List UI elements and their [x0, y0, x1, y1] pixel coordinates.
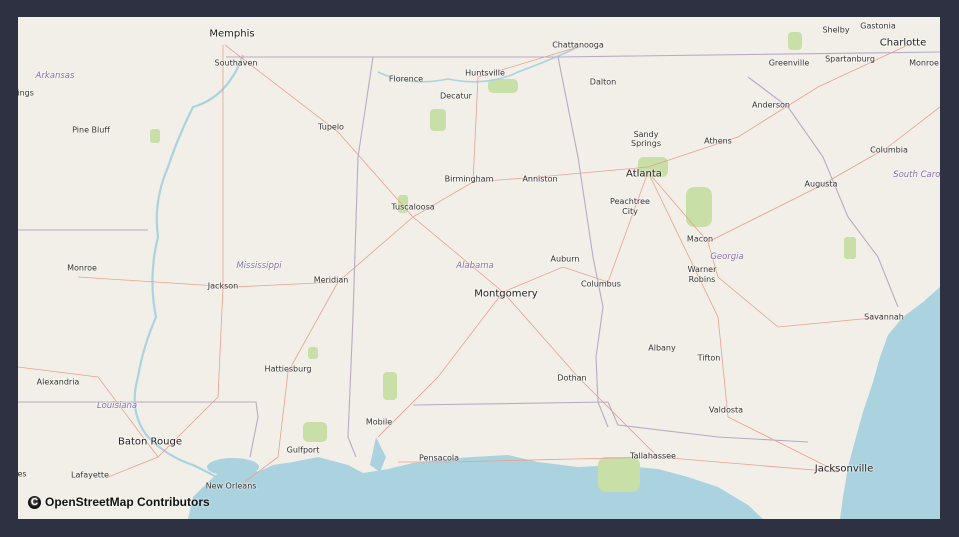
city-label-tuscaloosa: Tuscaloosa — [391, 202, 435, 212]
map-viewport[interactable]: Memphis Atlanta Montgomery Charlotte Jac… — [18, 17, 940, 519]
city-label-pine-bluff: Pine Bluff — [72, 125, 110, 135]
city-label-auburn: Auburn — [550, 254, 580, 264]
mississippi-river — [133, 54, 245, 488]
city-label-tifton: Tifton — [697, 353, 721, 363]
city-label-decatur: Decatur — [440, 91, 472, 101]
city-label-huntsville: Huntsville — [465, 68, 505, 78]
bottom-tick-marks — [236, 519, 893, 523]
city-label-alexandria: Alexandria — [36, 377, 80, 387]
city-label-anniston: Anniston — [522, 174, 558, 184]
city-label-monroe-nc: Monroe — [909, 58, 939, 68]
city-label-chattanooga: Chattanooga — [552, 40, 604, 50]
state-label-arkansas: Arkansas — [35, 71, 75, 81]
map-attribution[interactable]: C OpenStreetMap Contributors — [28, 495, 210, 509]
city-label-atlanta: Atlanta — [626, 168, 662, 180]
city-label-spartanburg: Spartanburg — [825, 54, 875, 64]
city-label-meridian: Meridian — [313, 275, 349, 285]
city-label-valdosta: Valdosta — [708, 405, 744, 415]
city-label-augusta: Augusta — [804, 179, 838, 189]
atlantic-ocean — [840, 287, 940, 519]
city-label-jackson: Jackson — [207, 281, 239, 291]
city-label-shelby: Shelby — [822, 25, 850, 35]
city-label-dothan: Dothan — [557, 373, 587, 383]
city-label-new-orleans: New Orleans — [205, 481, 257, 491]
city-label-greenville: Greenville — [768, 58, 810, 68]
city-label-southaven: Southaven — [214, 58, 258, 68]
city-label-montgomery: Montgomery — [474, 288, 538, 300]
state-label-louisiana: Louisiana — [96, 401, 138, 411]
city-label-partial-es: es — [18, 469, 27, 479]
state-label-south-carolina: South Carol — [893, 170, 940, 180]
attribution-text: OpenStreetMap Contributors — [45, 495, 210, 509]
city-label-columbia: Columbia — [870, 145, 908, 155]
lake-pontchartrain — [207, 458, 259, 476]
city-label-columbus: Columbus — [581, 279, 621, 289]
state-borders — [18, 51, 940, 458]
city-label-monroe-la: Monroe — [67, 263, 97, 273]
state-label-alabama: Alabama — [456, 261, 494, 271]
city-label-athens: Athens — [704, 136, 732, 146]
city-label-birmingham: Birmingham — [444, 174, 494, 184]
city-label-peachtree-city: Peachtree City — [610, 197, 650, 216]
city-label-sandy-springs: Sandy Springs — [631, 130, 661, 148]
mobile-bay — [370, 437, 386, 472]
city-label-tupelo: Tupelo — [318, 122, 344, 132]
city-label-pensacola: Pensacola — [418, 453, 460, 463]
city-label-macon: Macon — [686, 234, 714, 244]
city-label-warner-robins: Warner Robins — [687, 265, 717, 284]
city-label-anderson: Anderson — [752, 100, 790, 110]
city-label-hattiesburg: Hattiesburg — [264, 364, 312, 374]
city-label-baton-rouge: Baton Rouge — [118, 436, 182, 448]
city-label-gastonia: Gastonia — [860, 21, 896, 31]
copyright-icon: C — [28, 495, 41, 509]
city-label-tallahassee: Tallahassee — [630, 451, 676, 461]
city-label-dalton: Dalton — [589, 77, 617, 87]
city-label-jacksonville: Jacksonville — [814, 463, 874, 475]
city-label-albany: Albany — [648, 343, 676, 353]
city-label-gulfport: Gulfport — [286, 445, 320, 455]
city-label-florence: Florence — [388, 74, 424, 84]
state-label-mississippi: Mississippi — [236, 261, 282, 271]
city-label-charlotte: Charlotte — [879, 37, 927, 49]
city-label-mobile: Mobile — [365, 417, 393, 427]
city-label-partial-rings: rings — [18, 88, 34, 98]
city-label-memphis: Memphis — [209, 28, 255, 40]
gulf-of-mexico — [188, 455, 763, 519]
state-label-georgia: Georgia — [710, 252, 744, 262]
city-label-savannah: Savannah — [864, 312, 904, 322]
city-label-lafayette: Lafayette — [71, 470, 109, 480]
